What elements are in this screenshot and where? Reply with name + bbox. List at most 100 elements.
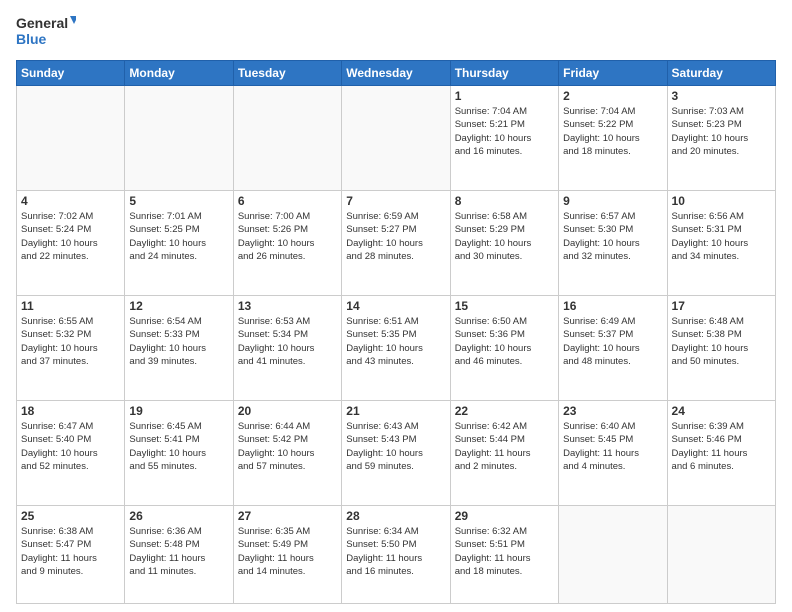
calendar-week-row: 1 Sunrise: 7:04 AMSunset: 5:21 PMDaylight… <box>17 86 776 191</box>
calendar-header-row: SundayMondayTuesdayWednesdayThursdayFrid… <box>17 61 776 86</box>
day-number: 14 <box>346 299 445 313</box>
calendar-cell: 18 Sunrise: 6:47 AMSunset: 5:40 PMDayligh… <box>17 401 125 506</box>
day-info: Sunrise: 6:58 AMSunset: 5:29 PMDaylight:… <box>455 210 554 263</box>
day-info: Sunrise: 6:42 AMSunset: 5:44 PMDaylight:… <box>455 420 554 473</box>
day-info: Sunrise: 6:38 AMSunset: 5:47 PMDaylight:… <box>21 525 120 578</box>
calendar-cell: 9 Sunrise: 6:57 AMSunset: 5:30 PMDaylight… <box>559 191 667 296</box>
day-number: 11 <box>21 299 120 313</box>
day-info: Sunrise: 6:35 AMSunset: 5:49 PMDaylight:… <box>238 525 337 578</box>
day-info: Sunrise: 6:53 AMSunset: 5:34 PMDaylight:… <box>238 315 337 368</box>
calendar-cell: 2Sunrise: 7:04 AMSunset: 5:22 PMDaylight… <box>559 86 667 191</box>
day-info: Sunrise: 6:36 AMSunset: 5:48 PMDaylight:… <box>129 525 228 578</box>
day-info: Sunrise: 6:32 AMSunset: 5:51 PMDaylight:… <box>455 525 554 578</box>
calendar-cell: 14Sunrise: 6:51 AMSunset: 5:35 PMDayligh… <box>342 296 450 401</box>
day-info: Sunrise: 7:03 AMSunset: 5:23 PMDaylight:… <box>672 105 771 158</box>
calendar-cell: 16 Sunrise: 6:49 AMSunset: 5:37 PMDayligh… <box>559 296 667 401</box>
calendar-cell: 15 Sunrise: 6:50 AMSunset: 5:36 PMDayligh… <box>450 296 558 401</box>
calendar-cell: 27 Sunrise: 6:35 AMSunset: 5:49 PMDayligh… <box>233 506 341 604</box>
calendar-week-row: 18 Sunrise: 6:47 AMSunset: 5:40 PMDayligh… <box>17 401 776 506</box>
svg-text:General: General <box>16 15 68 31</box>
calendar-cell <box>667 506 775 604</box>
day-info: Sunrise: 6:39 AMSunset: 5:46 PMDaylight:… <box>672 420 771 473</box>
calendar-cell: 10 Sunrise: 6:56 AMSunset: 5:31 PMDayligh… <box>667 191 775 296</box>
calendar-cell <box>17 86 125 191</box>
calendar-cell: 17 Sunrise: 6:48 AMSunset: 5:38 PMDayligh… <box>667 296 775 401</box>
col-header-friday: Friday <box>559 61 667 86</box>
day-info: Sunrise: 6:34 AMSunset: 5:50 PMDaylight:… <box>346 525 445 578</box>
day-number: 5 <box>129 194 228 208</box>
day-info: Sunrise: 6:50 AMSunset: 5:36 PMDaylight:… <box>455 315 554 368</box>
day-number: 7 <box>346 194 445 208</box>
day-info: Sunrise: 7:02 AMSunset: 5:24 PMDaylight:… <box>21 210 120 263</box>
day-number: 8 <box>455 194 554 208</box>
calendar-cell: 24 Sunrise: 6:39 AMSunset: 5:46 PMDayligh… <box>667 401 775 506</box>
day-number: 4 <box>21 194 120 208</box>
day-number: 9 <box>563 194 662 208</box>
day-info: Sunrise: 6:57 AMSunset: 5:30 PMDaylight:… <box>563 210 662 263</box>
calendar-cell: 25Sunrise: 6:38 AMSunset: 5:47 PMDayligh… <box>17 506 125 604</box>
day-number: 26 <box>129 509 228 523</box>
calendar-cell: 6 Sunrise: 7:00 AMSunset: 5:26 PMDaylight… <box>233 191 341 296</box>
page: General Blue SundayMondayTuesdayWednesda… <box>0 0 792 612</box>
day-info: Sunrise: 6:44 AMSunset: 5:42 PMDaylight:… <box>238 420 337 473</box>
day-number: 18 <box>21 404 120 418</box>
day-info: Sunrise: 6:48 AMSunset: 5:38 PMDaylight:… <box>672 315 771 368</box>
day-info: Sunrise: 7:04 AMSunset: 5:21 PMDaylight:… <box>455 105 554 158</box>
logo-svg: General Blue <box>16 12 76 52</box>
day-number: 27 <box>238 509 337 523</box>
day-number: 19 <box>129 404 228 418</box>
calendar-cell <box>125 86 233 191</box>
day-number: 22 <box>455 404 554 418</box>
day-number: 6 <box>238 194 337 208</box>
calendar-cell: 7 Sunrise: 6:59 AMSunset: 5:27 PMDaylight… <box>342 191 450 296</box>
day-number: 29 <box>455 509 554 523</box>
calendar-cell: 29 Sunrise: 6:32 AMSunset: 5:51 PMDayligh… <box>450 506 558 604</box>
day-number: 2 <box>563 89 662 103</box>
calendar-cell: 20Sunrise: 6:44 AMSunset: 5:42 PMDayligh… <box>233 401 341 506</box>
calendar-cell: 5 Sunrise: 7:01 AMSunset: 5:25 PMDaylight… <box>125 191 233 296</box>
day-number: 15 <box>455 299 554 313</box>
day-number: 3 <box>672 89 771 103</box>
calendar-cell <box>342 86 450 191</box>
day-info: Sunrise: 6:56 AMSunset: 5:31 PMDaylight:… <box>672 210 771 263</box>
calendar-week-row: 11 Sunrise: 6:55 AMSunset: 5:32 PMDayligh… <box>17 296 776 401</box>
calendar-cell: 28 Sunrise: 6:34 AMSunset: 5:50 PMDayligh… <box>342 506 450 604</box>
day-info: Sunrise: 6:59 AMSunset: 5:27 PMDaylight:… <box>346 210 445 263</box>
calendar-cell: 23Sunrise: 6:40 AMSunset: 5:45 PMDayligh… <box>559 401 667 506</box>
day-info: Sunrise: 6:40 AMSunset: 5:45 PMDaylight:… <box>563 420 662 473</box>
col-header-saturday: Saturday <box>667 61 775 86</box>
calendar-week-row: 25Sunrise: 6:38 AMSunset: 5:47 PMDayligh… <box>17 506 776 604</box>
day-info: Sunrise: 6:43 AMSunset: 5:43 PMDaylight:… <box>346 420 445 473</box>
calendar-cell: 26 Sunrise: 6:36 AMSunset: 5:48 PMDayligh… <box>125 506 233 604</box>
calendar-cell: 11 Sunrise: 6:55 AMSunset: 5:32 PMDayligh… <box>17 296 125 401</box>
calendar-cell: 8 Sunrise: 6:58 AMSunset: 5:29 PMDaylight… <box>450 191 558 296</box>
day-info: Sunrise: 7:00 AMSunset: 5:26 PMDaylight:… <box>238 210 337 263</box>
day-number: 12 <box>129 299 228 313</box>
svg-text:Blue: Blue <box>16 31 47 47</box>
logo: General Blue <box>16 12 76 52</box>
day-number: 16 <box>563 299 662 313</box>
day-number: 28 <box>346 509 445 523</box>
col-header-wednesday: Wednesday <box>342 61 450 86</box>
col-header-thursday: Thursday <box>450 61 558 86</box>
calendar-cell <box>559 506 667 604</box>
day-number: 21 <box>346 404 445 418</box>
calendar-cell: 19Sunrise: 6:45 AMSunset: 5:41 PMDayligh… <box>125 401 233 506</box>
calendar-cell: 12Sunrise: 6:54 AMSunset: 5:33 PMDayligh… <box>125 296 233 401</box>
day-number: 24 <box>672 404 771 418</box>
day-info: Sunrise: 6:47 AMSunset: 5:40 PMDaylight:… <box>21 420 120 473</box>
col-header-tuesday: Tuesday <box>233 61 341 86</box>
header: General Blue <box>16 12 776 52</box>
day-number: 17 <box>672 299 771 313</box>
day-number: 13 <box>238 299 337 313</box>
calendar-cell <box>233 86 341 191</box>
day-number: 1 <box>455 89 554 103</box>
day-info: Sunrise: 6:49 AMSunset: 5:37 PMDaylight:… <box>563 315 662 368</box>
day-info: Sunrise: 7:01 AMSunset: 5:25 PMDaylight:… <box>129 210 228 263</box>
calendar-cell: 4 Sunrise: 7:02 AMSunset: 5:24 PMDaylight… <box>17 191 125 296</box>
calendar-cell: 21 Sunrise: 6:43 AMSunset: 5:43 PMDayligh… <box>342 401 450 506</box>
day-number: 10 <box>672 194 771 208</box>
calendar-cell: 1 Sunrise: 7:04 AMSunset: 5:21 PMDaylight… <box>450 86 558 191</box>
col-header-monday: Monday <box>125 61 233 86</box>
day-info: Sunrise: 6:55 AMSunset: 5:32 PMDaylight:… <box>21 315 120 368</box>
